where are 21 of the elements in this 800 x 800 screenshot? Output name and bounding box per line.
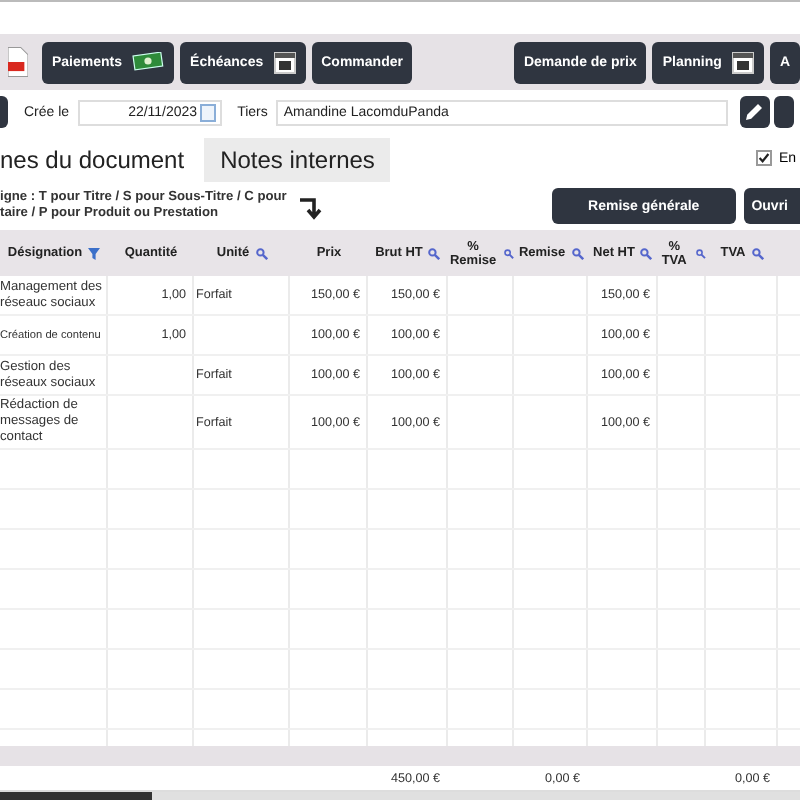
search-icon	[640, 247, 653, 259]
banknote-icon	[132, 52, 165, 72]
side-button[interactable]	[0, 96, 8, 128]
pencil-icon	[744, 102, 765, 122]
search-icon	[504, 247, 514, 259]
search-icon	[571, 247, 584, 259]
search-icon	[428, 247, 441, 259]
arrow-down-icon	[298, 196, 322, 220]
side-button[interactable]	[773, 96, 794, 128]
calendar-icon	[273, 50, 296, 74]
search-icon	[696, 247, 706, 259]
search-icon	[255, 247, 268, 259]
pdf-file-icon	[8, 46, 28, 78]
tab[interactable]: Notes internes	[204, 138, 391, 182]
checkbox[interactable]	[756, 150, 773, 166]
search-icon	[751, 247, 764, 259]
calendar-icon	[731, 50, 754, 74]
scrollbar-thumb[interactable]	[0, 792, 152, 800]
filter-icon[interactable]	[88, 247, 101, 259]
edit-button[interactable]	[739, 96, 770, 128]
calendar-icon	[199, 103, 216, 121]
